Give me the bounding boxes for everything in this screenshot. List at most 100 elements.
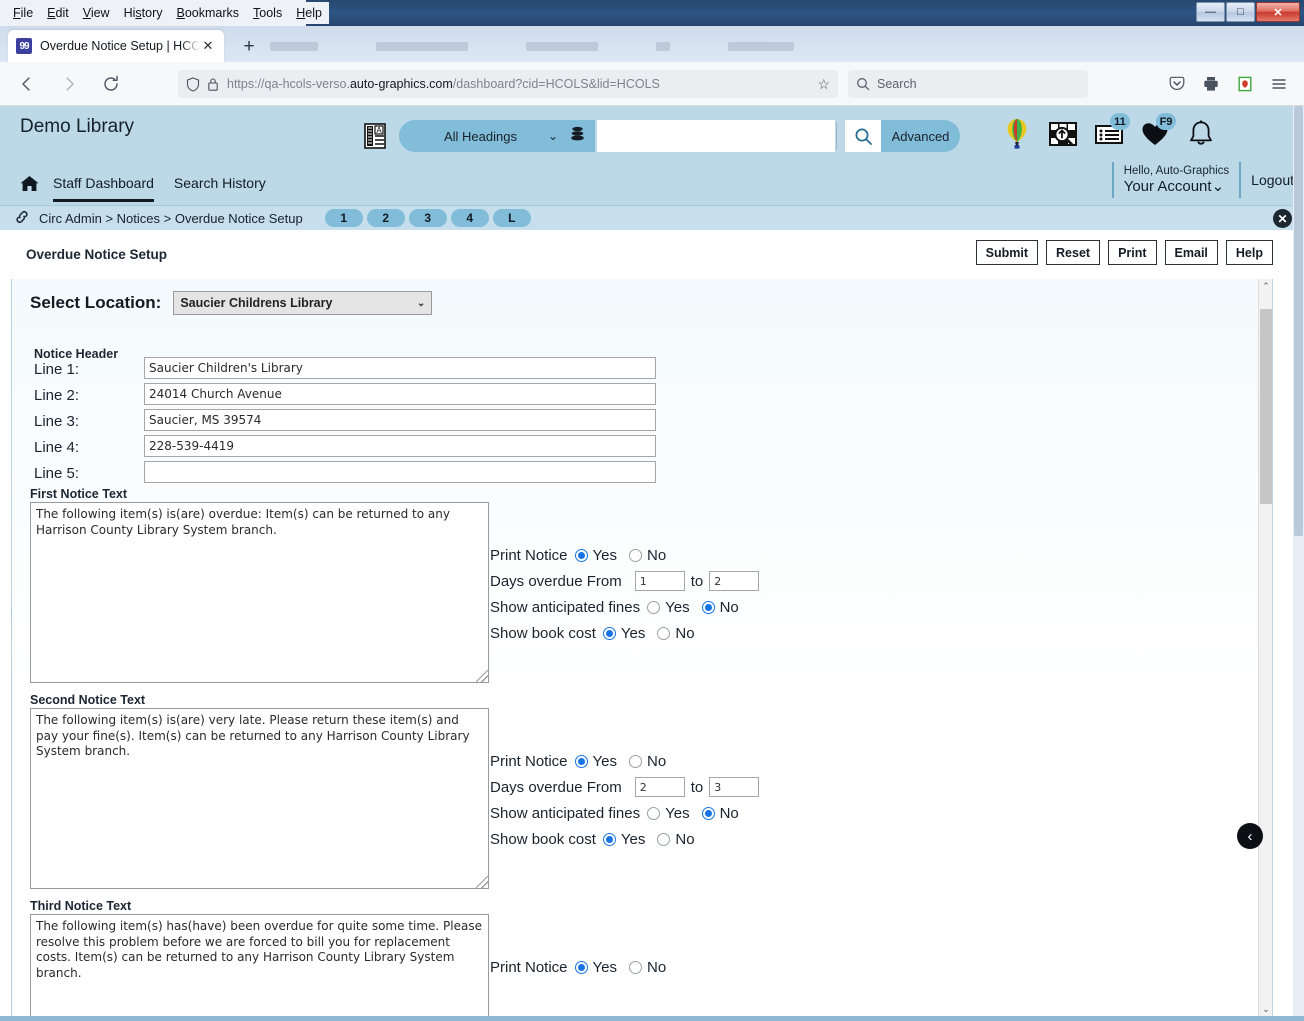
second-print-notice-no-radio[interactable] [629, 754, 643, 768]
scroll-up-arrow-icon[interactable]: ⌃ [1259, 279, 1272, 293]
third-notice-textarea[interactable]: The following item(s) has(have) been ove… [30, 914, 489, 1016]
line-4-input[interactable]: 228-539-4419 [144, 435, 656, 457]
first-fines-yes-radio[interactable] [647, 600, 661, 614]
background-window-hints [270, 42, 794, 51]
page-scrollbar[interactable] [1293, 106, 1304, 1021]
url-bar[interactable]: https://qa-hcols-verso.auto-graphics.com… [178, 70, 838, 98]
home-icon[interactable] [20, 175, 39, 196]
close-icon[interactable]: ✕ [1273, 209, 1292, 228]
second-days-to-input[interactable]: 3 [709, 777, 760, 797]
step-pill-3[interactable]: 3 [408, 209, 447, 227]
line-1-input[interactable]: Saucier Children's Library [144, 357, 656, 379]
second-notice-resize-handle[interactable] [476, 876, 488, 888]
reset-button[interactable]: Reset [1046, 240, 1101, 265]
first-book-cost-yes-radio[interactable] [602, 626, 616, 640]
padlock-icon[interactable] [207, 77, 219, 92]
collapse-panel-button[interactable]: ‹ [1237, 823, 1263, 849]
map-search-icon[interactable] [1040, 114, 1086, 154]
maximize-button[interactable]: □ [1226, 2, 1255, 22]
step-pill-group: 1 2 3 4 L [324, 209, 531, 227]
notifications-bell-icon[interactable] [1178, 114, 1224, 154]
third-print-notice-yes-radio[interactable] [574, 960, 588, 974]
menu-file[interactable]: FFileile [6, 3, 40, 23]
first-days-to-input[interactable]: 2 [709, 571, 760, 591]
menu-help[interactable]: Help [289, 3, 329, 23]
line-2-input[interactable]: 24014 Church Avenue [144, 383, 656, 405]
print-button[interactable]: Print [1108, 240, 1157, 265]
step-pill-4[interactable]: 4 [450, 209, 489, 227]
new-tab-button[interactable]: + [238, 36, 260, 58]
submit-button[interactable]: Submit [975, 240, 1039, 265]
third-print-notice-no-radio[interactable] [629, 960, 643, 974]
second-book-cost-no-radio[interactable] [657, 832, 671, 846]
menu-history[interactable]: History [117, 3, 170, 23]
line-5-input[interactable] [144, 461, 656, 483]
search-scope-dropdown[interactable]: All Headings ⌄ [399, 120, 595, 152]
reload-icon[interactable] [96, 69, 126, 99]
close-tab-icon[interactable]: ✕ [200, 38, 216, 54]
extension-icon[interactable] [1230, 70, 1260, 98]
minimize-button[interactable]: — [1196, 2, 1225, 22]
browser-search-box[interactable]: Search [848, 70, 1088, 98]
second-days-from-input[interactable]: 2 [634, 777, 685, 797]
menu-tools[interactable]: Tools [246, 3, 289, 23]
alphabet-browse-icon[interactable]: A [363, 122, 387, 150]
advanced-search-button[interactable]: Advanced [881, 120, 960, 152]
menu-view[interactable]: View [76, 3, 117, 23]
second-book-cost-yes-radio[interactable] [602, 832, 616, 846]
print-notice-label: Print Notice [490, 546, 568, 564]
step-pill-2[interactable]: 2 [366, 209, 405, 227]
second-book-cost-no-label: No [675, 830, 695, 848]
balloon-icon[interactable] [994, 114, 1040, 154]
step-pill-L[interactable]: L [492, 209, 531, 227]
location-select[interactable]: Saucier Childrens Library ⌄ [173, 291, 433, 315]
pocket-icon[interactable] [1162, 70, 1192, 98]
list-record-icon[interactable]: 11 [1086, 113, 1132, 154]
close-window-button[interactable]: ✕ [1256, 2, 1300, 22]
first-days-from-input[interactable]: 1 [634, 571, 685, 591]
select-location-label: Select Location: [30, 293, 162, 312]
search-input[interactable] [597, 120, 835, 152]
nav-staff-dashboard[interactable]: Staff Dashboard [53, 175, 154, 202]
step-pill-1[interactable]: 1 [324, 209, 363, 227]
first-print-notice-no-radio[interactable] [629, 548, 643, 562]
form-scrollbar[interactable]: ⌃ ⌄ [1258, 279, 1272, 1016]
tracking-shield-icon[interactable] [186, 76, 200, 92]
days-overdue-label: Days overdue From [490, 778, 622, 796]
second-days-overdue-row: Days overdue From 2 to 3 [490, 774, 765, 800]
email-button[interactable]: Email [1164, 240, 1218, 265]
first-notice-textarea[interactable]: The following item(s) is(are) overdue: I… [30, 502, 489, 683]
days-to-label: to [690, 778, 704, 796]
magnifier-icon[interactable] [845, 120, 881, 152]
second-fines-no-radio[interactable] [701, 806, 715, 820]
first-print-notice-yes-radio[interactable] [574, 548, 588, 562]
link-chain-icon[interactable] [14, 210, 30, 227]
scroll-down-arrow-icon[interactable]: ⌄ [1259, 1002, 1272, 1016]
second-notice-textarea[interactable]: The following item(s) is(are) very late.… [30, 708, 489, 889]
star-icon[interactable]: ☆ [817, 76, 830, 93]
location-value: Saucier Childrens Library [180, 296, 333, 310]
menu-bookmarks[interactable]: Bookmarks [170, 3, 247, 23]
second-fines-yes-radio[interactable] [647, 806, 661, 820]
favorites-heart-icon[interactable]: F9 [1132, 113, 1178, 154]
first-notice-resize-handle[interactable] [476, 670, 488, 682]
line-3-label: Line 3: [34, 413, 80, 430]
breadcrumb: Circ Admin > Notices > Overdue Notice Se… [39, 210, 303, 226]
hamburger-menu-icon[interactable] [1264, 70, 1294, 98]
nav-search-history[interactable]: Search History [174, 175, 266, 197]
first-fines-no-radio[interactable] [701, 600, 715, 614]
notice-header-label: Notice Header [34, 347, 119, 361]
page-scrollbar-thumb[interactable] [1294, 106, 1303, 536]
first-book-cost-no-radio[interactable] [657, 626, 671, 640]
back-arrow-icon[interactable] [12, 69, 42, 99]
second-fines-no-label: No [719, 804, 739, 822]
forward-arrow-icon[interactable] [54, 69, 84, 99]
help-button[interactable]: Help [1225, 240, 1273, 265]
menu-edit[interactable]: Edit [40, 3, 76, 23]
line-3-input[interactable]: Saucier, MS 39574 [144, 409, 656, 431]
browser-tab[interactable]: 99 Overdue Notice Setup | HCOLS ✕ [8, 30, 224, 62]
second-print-notice-yes-radio[interactable] [574, 754, 588, 768]
database-stack-icon[interactable] [570, 126, 585, 147]
scrollbar-thumb[interactable] [1260, 309, 1272, 504]
printer-icon[interactable] [1196, 70, 1226, 98]
